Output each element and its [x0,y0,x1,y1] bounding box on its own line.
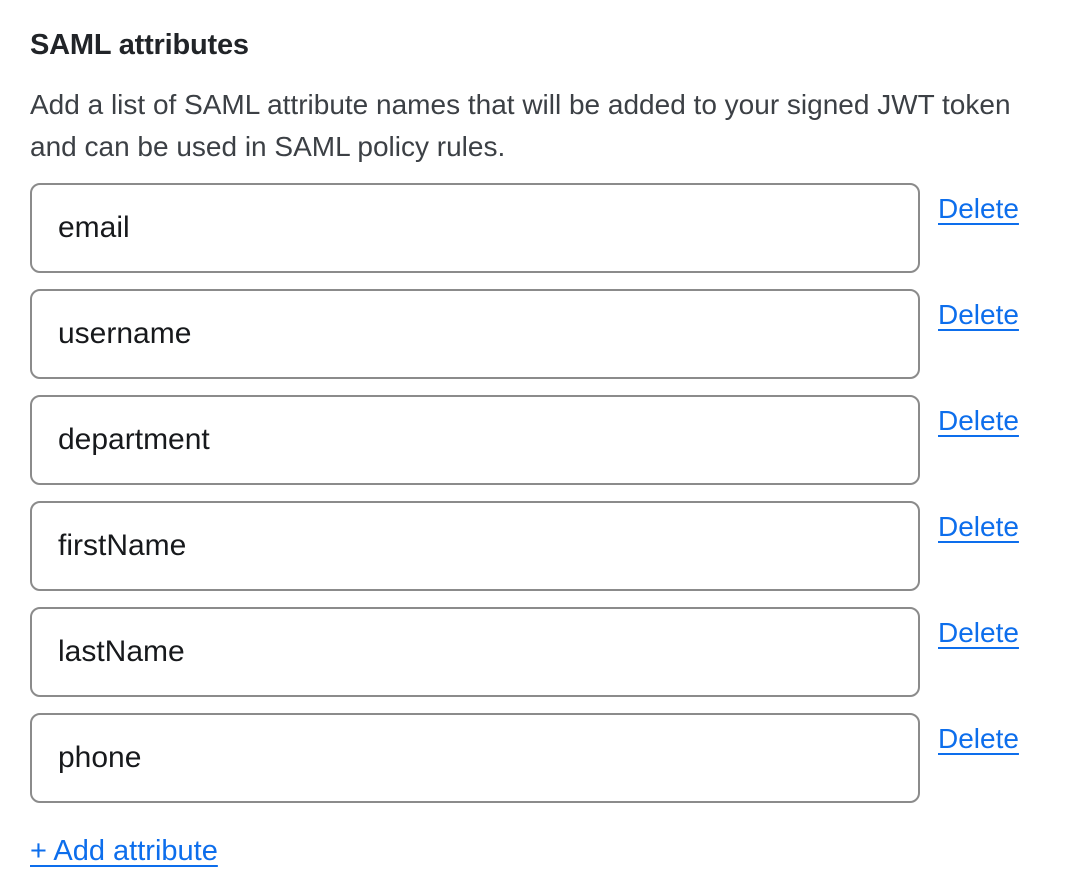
delete-link[interactable]: Delete [938,192,1019,226]
attribute-input[interactable] [30,713,920,803]
attribute-row: Delete [30,183,1036,273]
attribute-input[interactable] [30,289,920,379]
section-description: Add a list of SAML attribute names that … [30,84,1036,168]
delete-link[interactable]: Delete [938,616,1019,650]
delete-link[interactable]: Delete [938,404,1019,438]
attribute-row: Delete [30,289,1036,379]
delete-link[interactable]: Delete [938,298,1019,332]
attribute-row: Delete [30,395,1036,485]
attribute-row: Delete [30,713,1036,803]
attribute-input[interactable] [30,607,920,697]
attribute-row: Delete [30,501,1036,591]
attribute-list: Delete Delete Delete Delete Delete Delet… [30,183,1036,803]
attribute-input[interactable] [30,501,920,591]
delete-link[interactable]: Delete [938,510,1019,544]
saml-attributes-section: SAML attributes Add a list of SAML attri… [0,0,1066,886]
delete-link[interactable]: Delete [938,722,1019,756]
attribute-row: Delete [30,607,1036,697]
section-title: SAML attributes [30,26,1036,64]
add-attribute-link[interactable]: + Add attribute [30,833,218,869]
attribute-input[interactable] [30,395,920,485]
attribute-input[interactable] [30,183,920,273]
